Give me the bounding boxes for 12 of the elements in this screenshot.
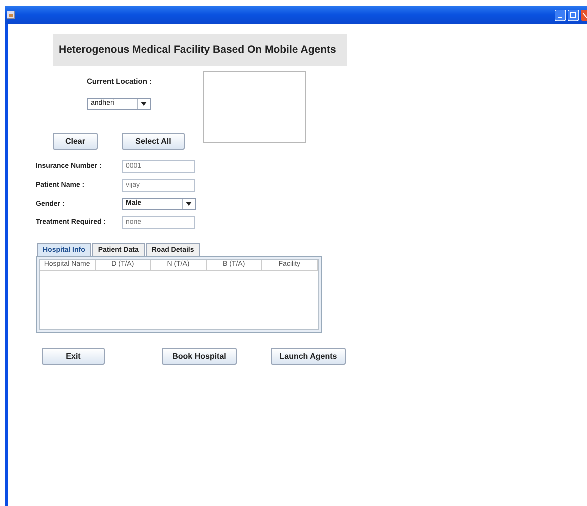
minimize-icon[interactable] [555, 10, 566, 20]
exit-button[interactable]: Exit [42, 348, 105, 365]
close-icon[interactable] [581, 10, 587, 20]
select-all-button[interactable]: Select All [122, 133, 185, 150]
app-icon [7, 11, 15, 19]
app-heading: Heterogenous Medical Facility Based On Mobile Agents [59, 44, 336, 56]
book-hospital-button[interactable]: Book Hospital [162, 348, 237, 365]
launch-agents-button[interactable]: Launch Agents [271, 348, 346, 365]
caret-icon [141, 102, 147, 106]
clear-button[interactable]: Clear [53, 133, 98, 150]
maximize-icon[interactable] [568, 10, 579, 20]
caret-icon [186, 202, 192, 206]
